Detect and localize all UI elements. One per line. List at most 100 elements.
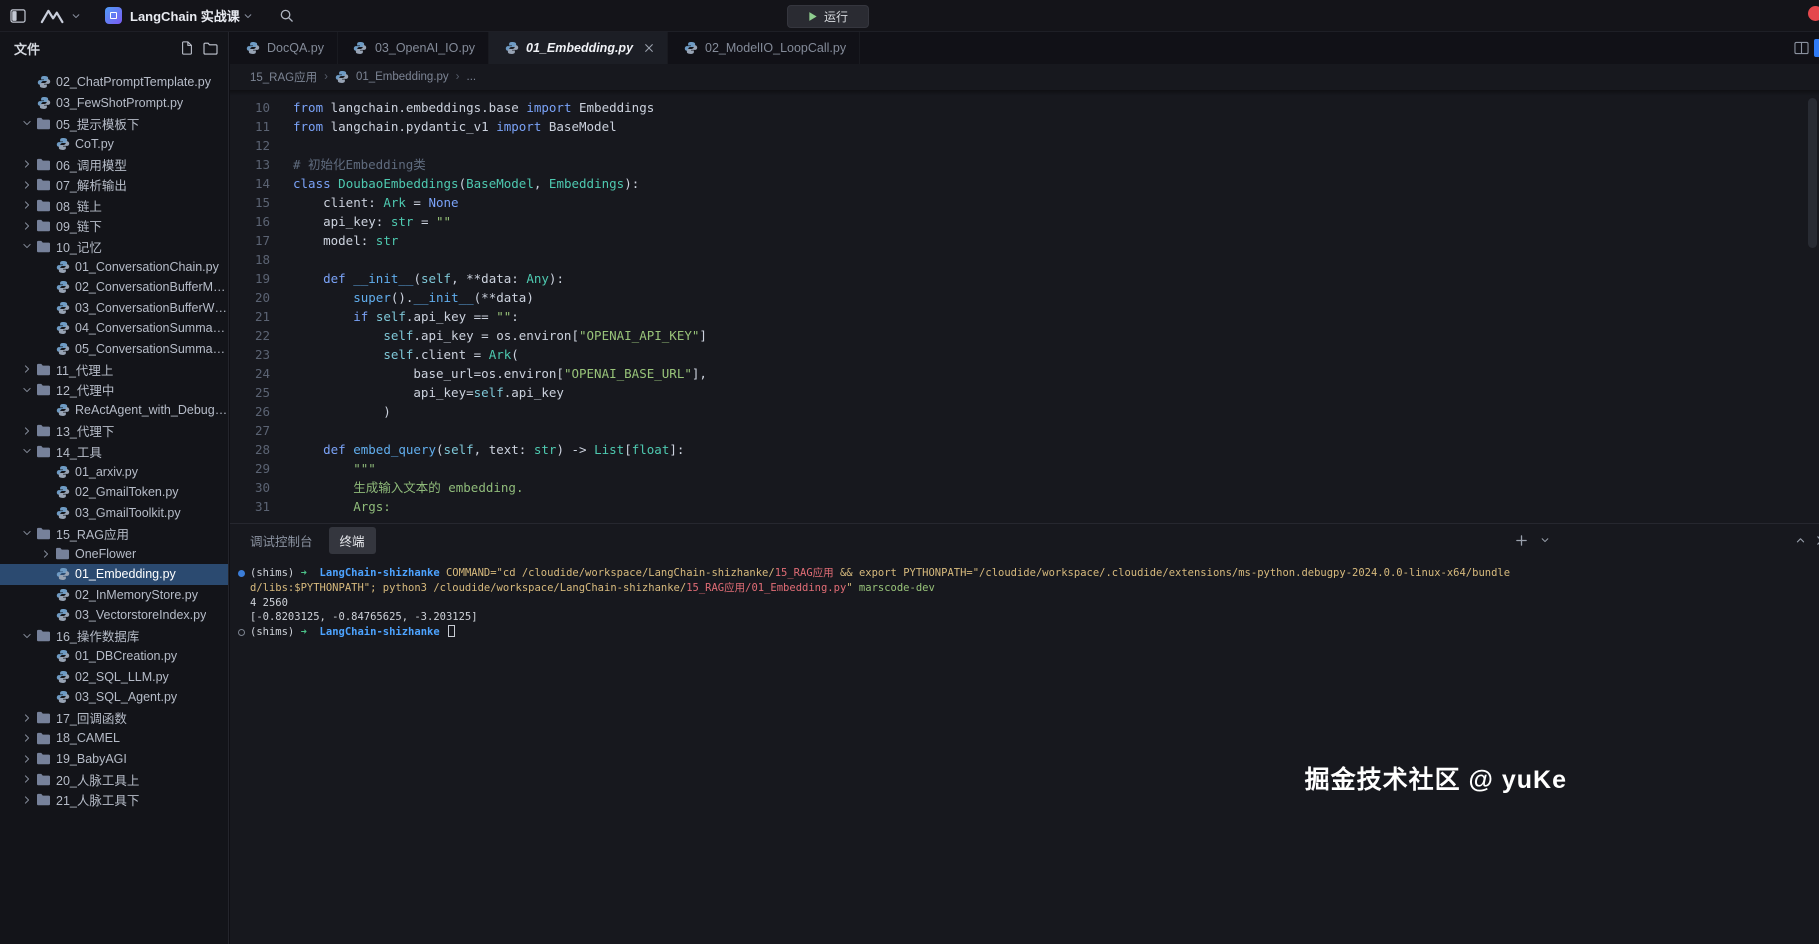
tree-item-file[interactable]: 01_ConversationChain.py [0, 257, 228, 278]
code-line[interactable]: 31 Args: [230, 497, 1819, 516]
terminal-line: (shims) ➜ LangChain-shizhanke [250, 625, 1819, 640]
tree-item-folder[interactable]: 19_BabyAGI [0, 749, 228, 770]
sidebar-toggle-icon[interactable] [10, 9, 26, 23]
tree-item-folder[interactable]: 12_代理中 [0, 380, 228, 401]
terminal-dropdown-icon[interactable] [1540, 535, 1550, 545]
code-line[interactable]: 30 生成输入文本的 embedding. [230, 478, 1819, 497]
code-editor[interactable]: 10from langchain.embeddings.base import … [230, 90, 1819, 523]
panel-maximize-icon[interactable] [1795, 535, 1806, 546]
tree-item-file[interactable]: 02_InMemoryStore.py [0, 585, 228, 606]
tree-item-folder[interactable]: 09_链下 [0, 216, 228, 237]
tree-item-folder[interactable]: 20_人脉工具上 [0, 769, 228, 790]
editor-scrollbar[interactable] [1808, 98, 1817, 248]
tree-item-file[interactable]: 01_Embedding.py [0, 564, 228, 585]
tree-item-file[interactable]: 03_GmailToolkit.py [0, 503, 228, 524]
tree-item-file[interactable]: 01_arxiv.py [0, 462, 228, 483]
layout-icon[interactable] [1814, 39, 1819, 57]
chevron-down-icon [20, 528, 34, 538]
tree-item-folder[interactable]: OneFlower [0, 544, 228, 565]
file-name: 01_arxiv.py [75, 465, 138, 479]
tree-item-file[interactable]: 01_DBCreation.py [0, 646, 228, 667]
tree-item-folder[interactable]: 17_回调函数 [0, 708, 228, 729]
new-file-icon[interactable] [180, 41, 194, 55]
project-chevron-icon[interactable] [243, 11, 253, 21]
tree-item-folder[interactable]: 11_代理上 [0, 359, 228, 380]
breadcrumb-item[interactable]: 01_Embedding.py [356, 71, 449, 83]
tree-item-folder[interactable]: 08_链上 [0, 195, 228, 216]
tree-item-folder[interactable]: 16_操作数据库 [0, 626, 228, 647]
tree-item-folder[interactable]: 06_调用模型 [0, 154, 228, 175]
project-name[interactable]: LangChain 实战课 [130, 6, 240, 25]
file-name: 02_ChatPromptTemplate.py [56, 75, 211, 89]
tree-item-file[interactable]: 04_ConversationSummaryMe... [0, 318, 228, 339]
editor-tab[interactable]: DocQA.py [230, 32, 338, 64]
code-line[interactable]: 18 [230, 250, 1819, 269]
new-terminal-icon[interactable] [1515, 534, 1528, 547]
code-line[interactable]: 10from langchain.embeddings.base import … [230, 98, 1819, 117]
breadcrumb-separator: › [456, 71, 460, 83]
code-line[interactable]: 13# 初始化Embedding类 [230, 155, 1819, 174]
tree-item-file[interactable]: CoT.py [0, 134, 228, 155]
code-line[interactable]: 14class DoubaoEmbeddings(BaseModel, Embe… [230, 174, 1819, 193]
terminal-output[interactable]: (shims) ➜ LangChain-shizhanke COMMAND="c… [230, 556, 1819, 944]
python-file-icon [55, 670, 70, 684]
code-line[interactable]: 22 self.api_key = os.environ["OPENAI_API… [230, 326, 1819, 345]
code-line[interactable]: 16 api_key: str = "" [230, 212, 1819, 231]
tree-item-file[interactable]: 02_ChatPromptTemplate.py [0, 72, 228, 93]
code-line[interactable]: 11from langchain.pydantic_v1 import Base… [230, 117, 1819, 136]
code-line[interactable]: 19 def __init__(self, **data: Any): [230, 269, 1819, 288]
new-folder-icon[interactable] [203, 41, 218, 55]
code-line[interactable]: 24 base_url=os.environ["OPENAI_BASE_URL"… [230, 364, 1819, 383]
code-line[interactable]: 27 [230, 421, 1819, 440]
tree-item-file[interactable]: 03_VectorstoreIndex.py [0, 605, 228, 626]
tab-terminal[interactable]: 终端 [329, 527, 376, 554]
tree-item-folder[interactable]: 18_CAMEL [0, 728, 228, 749]
file-name: 18_CAMEL [56, 731, 120, 745]
python-file-icon [55, 280, 70, 294]
run-button[interactable]: 运行 [787, 5, 869, 28]
file-name: 21_人脉工具下 [56, 790, 139, 809]
python-file-icon [245, 41, 260, 55]
tree-item-folder[interactable]: 21_人脉工具下 [0, 790, 228, 811]
tree-item-file[interactable]: 03_ConversationBufferWindo... [0, 298, 228, 319]
code-line[interactable]: 29 """ [230, 459, 1819, 478]
code-line[interactable]: 20 super().__init__(**data) [230, 288, 1819, 307]
code-line[interactable]: 26 ) [230, 402, 1819, 421]
code-line[interactable]: 28 def embed_query(self, text: str) -> L… [230, 440, 1819, 459]
tree-item-file[interactable]: 03_FewShotPrompt.py [0, 93, 228, 114]
search-icon[interactable] [279, 8, 294, 23]
notification-badge[interactable] [1808, 6, 1819, 21]
editor-tab[interactable]: 03_OpenAI_IO.py [338, 32, 489, 64]
code-line[interactable]: 21 if self.api_key == "": [230, 307, 1819, 326]
tree-item-folder[interactable]: 13_代理下 [0, 421, 228, 442]
tree-item-folder[interactable]: 15_RAG应用 [0, 523, 228, 544]
editor-tab[interactable]: 01_Embedding.py [489, 32, 668, 64]
tab-debug-console[interactable]: 调试控制台 [250, 531, 313, 550]
tree-item-file[interactable]: 03_SQL_Agent.py [0, 687, 228, 708]
tree-item-folder[interactable]: 05_提示模板下 [0, 113, 228, 134]
tree-item-file[interactable]: 02_GmailToken.py [0, 482, 228, 503]
terminal-line: 4 2560 [250, 596, 1819, 611]
app-logo-icon[interactable] [40, 8, 68, 24]
tree-item-file[interactable]: 02_ConversationBufferMemor... [0, 277, 228, 298]
tree-item-file[interactable]: ReActAgent_with_Debug.py [0, 400, 228, 421]
line-number: 16 [230, 212, 270, 231]
code-line[interactable]: 23 self.client = Ark( [230, 345, 1819, 364]
code-line[interactable]: 17 model: str [230, 231, 1819, 250]
breadcrumb-item[interactable]: 15_RAG应用 [250, 69, 317, 85]
tree-item-folder[interactable]: 14_工具 [0, 441, 228, 462]
breadcrumb-item[interactable]: ... [467, 71, 477, 83]
folder-icon [36, 629, 51, 642]
breadcrumb[interactable]: 15_RAG应用›01_Embedding.py›... [230, 64, 1819, 90]
code-line[interactable]: 15 client: Ark = None [230, 193, 1819, 212]
tree-item-folder[interactable]: 10_记忆 [0, 236, 228, 257]
tree-item-folder[interactable]: 07_解析输出 [0, 175, 228, 196]
tree-item-file[interactable]: 05_ConversationSummaryBuff... [0, 339, 228, 360]
code-line[interactable]: 25 api_key=self.api_key [230, 383, 1819, 402]
close-tab-icon[interactable] [644, 43, 654, 53]
tree-item-file[interactable]: 02_SQL_LLM.py [0, 667, 228, 688]
editor-tab[interactable]: 02_ModelIO_LoopCall.py [668, 32, 860, 64]
logo-chevron-icon[interactable] [71, 11, 81, 21]
split-editor-icon[interactable] [1794, 41, 1809, 60]
code-line[interactable]: 12 [230, 136, 1819, 155]
